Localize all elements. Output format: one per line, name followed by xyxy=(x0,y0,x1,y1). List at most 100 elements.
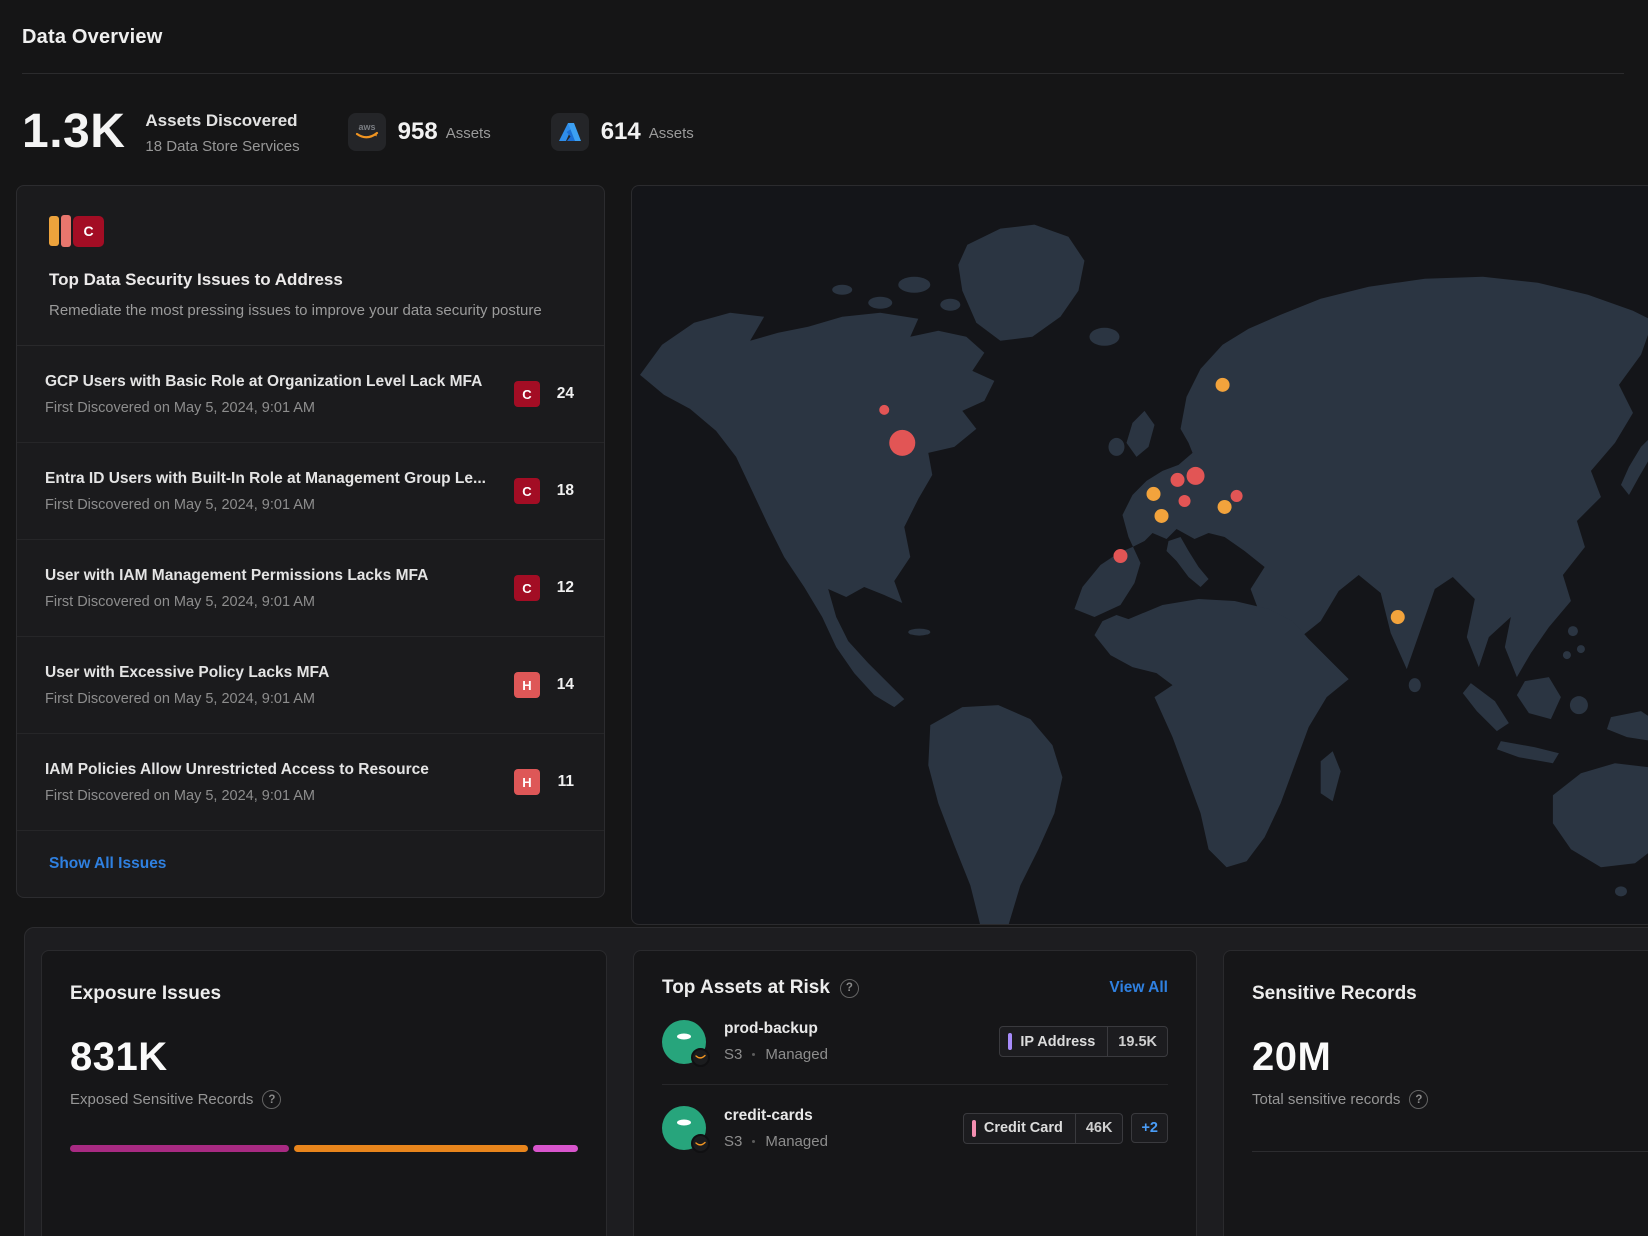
aws-icon: aws xyxy=(348,113,386,151)
aws-assets-unit: Assets xyxy=(446,121,491,142)
issue-count: 11 xyxy=(540,773,574,791)
asset-status: Managed xyxy=(765,1133,828,1150)
map-marker[interactable] xyxy=(1113,549,1127,563)
sensitive-records-value: 20M xyxy=(1252,1035,1648,1080)
severity-badge: C xyxy=(514,575,540,601)
aws-mini-badge-icon xyxy=(691,1048,710,1067)
provider-stat-azure: 614 Assets xyxy=(551,113,694,151)
help-icon[interactable] xyxy=(1409,1090,1428,1109)
map-marker[interactable] xyxy=(1231,490,1243,502)
exposure-issues-label: Exposed Sensitive Records xyxy=(70,1091,253,1108)
issue-row[interactable]: IAM Policies Allow Unrestricted Access t… xyxy=(17,734,604,831)
azure-assets-value: 614 xyxy=(601,118,641,146)
issue-discovered-date: First Discovered on May 5, 2024, 9:01 AM xyxy=(45,594,500,610)
more-tags-badge[interactable]: +2 xyxy=(1131,1113,1168,1143)
map-marker[interactable] xyxy=(1391,610,1405,624)
issue-count: 18 xyxy=(540,482,574,500)
page-title: Data Overview xyxy=(22,26,1624,49)
severity-bar-salmon xyxy=(61,215,71,247)
exposure-issues-title: Exposure Issues xyxy=(70,983,578,1005)
map-marker[interactable] xyxy=(1216,378,1230,392)
map-marker[interactable] xyxy=(1179,495,1191,507)
exposure-distribution-bar xyxy=(70,1145,578,1152)
asset-row[interactable]: credit-cards S3 Managed Credit Card 46K xyxy=(662,1085,1168,1171)
top-issues-header: C Top Data Security Issues to Address Re… xyxy=(17,186,604,345)
view-all-link[interactable]: View All xyxy=(1109,979,1168,997)
help-icon[interactable] xyxy=(262,1090,281,1109)
severity-stack-icon: C xyxy=(49,214,572,248)
issue-discovered-date: First Discovered on May 5, 2024, 9:01 AM xyxy=(45,497,500,513)
exposure-issues-card: Exposure Issues 831K Exposed Sensitive R… xyxy=(41,950,607,1236)
issue-row[interactable]: Entra ID Users with Built-In Role at Man… xyxy=(17,443,604,540)
help-icon[interactable] xyxy=(840,979,859,998)
issue-count: 24 xyxy=(540,385,574,403)
issue-title: User with IAM Management Permissions Lac… xyxy=(45,567,500,585)
top-issues-card: C Top Data Security Issues to Address Re… xyxy=(16,185,605,898)
assets-total-label: Assets Discovered xyxy=(145,111,299,131)
provider-stat-aws: aws 958 Assets xyxy=(348,113,491,151)
exposure-bar-segment xyxy=(70,1145,289,1152)
map-continents xyxy=(640,225,1648,924)
main-row: C Top Data Security Issues to Address Re… xyxy=(0,185,1648,925)
tag-count: 46K xyxy=(1075,1114,1123,1143)
tag-name: Credit Card xyxy=(984,1120,1063,1136)
page-header: Data Overview xyxy=(0,0,1648,74)
issue-discovered-date: First Discovered on May 5, 2024, 9:01 AM xyxy=(45,788,500,804)
severity-badge: H xyxy=(514,769,540,795)
azure-icon xyxy=(551,113,589,151)
dot-separator xyxy=(752,1053,755,1056)
map-marker[interactable] xyxy=(1147,487,1161,501)
dot-separator xyxy=(752,1140,755,1143)
map-marker[interactable] xyxy=(1187,467,1205,485)
asset-name: prod-backup xyxy=(724,1020,999,1038)
records-divider xyxy=(1252,1151,1648,1152)
asset-row[interactable]: prod-backup S3 Managed IP Address 19.5K xyxy=(662,999,1168,1085)
issues-list: GCP Users with Basic Role at Organizatio… xyxy=(17,345,604,831)
bottom-section: Exposure Issues 831K Exposed Sensitive R… xyxy=(24,927,1648,1236)
map-marker[interactable] xyxy=(1218,500,1232,514)
assets-total-labels: Assets Discovered 18 Data Store Services xyxy=(145,109,299,155)
asset-avatar xyxy=(662,1020,706,1064)
map-marker[interactable] xyxy=(879,405,889,415)
asset-avatar xyxy=(662,1106,706,1150)
issue-row[interactable]: User with Excessive Policy Lacks MFA Fir… xyxy=(17,637,604,734)
azure-assets-unit: Assets xyxy=(649,121,694,142)
top-assets-title: Top Assets at Risk xyxy=(662,977,830,999)
issue-title: Entra ID Users with Built-In Role at Man… xyxy=(45,470,500,488)
asset-status: Managed xyxy=(765,1046,828,1063)
tag-count: 19.5K xyxy=(1107,1027,1167,1056)
issues-footer: Show All Issues xyxy=(17,831,604,897)
issue-row[interactable]: GCP Users with Basic Role at Organizatio… xyxy=(17,346,604,443)
issue-title: User with Excessive Policy Lacks MFA xyxy=(45,664,500,682)
map-marker[interactable] xyxy=(1171,473,1185,487)
aws-assets-value: 958 xyxy=(398,118,438,146)
issue-row[interactable]: User with IAM Management Permissions Lac… xyxy=(17,540,604,637)
sensitive-records-title: Sensitive Records xyxy=(1252,983,1648,1005)
assets-total-sublabel: 18 Data Store Services xyxy=(145,138,299,155)
asset-type: S3 xyxy=(724,1046,742,1063)
asset-type: S3 xyxy=(724,1133,742,1150)
sensitive-records-label: Total sensitive records xyxy=(1252,1091,1400,1108)
show-all-issues-link[interactable]: Show All Issues xyxy=(49,855,166,872)
sensitive-data-tag: Credit Card 46K xyxy=(963,1113,1124,1144)
tag-color-bar xyxy=(1008,1033,1012,1050)
severity-badge: C xyxy=(514,381,540,407)
issue-title: GCP Users with Basic Role at Organizatio… xyxy=(45,373,500,391)
svg-text:aws: aws xyxy=(358,122,375,132)
severity-badge: H xyxy=(514,672,540,698)
world-map xyxy=(632,186,1648,924)
sensitive-records-card: Sensitive Records 20M Total sensitive re… xyxy=(1223,950,1648,1236)
map-marker[interactable] xyxy=(889,430,915,456)
assets-total-value: 1.3K xyxy=(22,104,125,159)
map-marker[interactable] xyxy=(1155,509,1169,523)
top-issues-title: Top Data Security Issues to Address xyxy=(49,270,572,290)
aws-mini-badge-icon xyxy=(691,1134,710,1153)
stats-row: 1.3K Assets Discovered 18 Data Store Ser… xyxy=(0,74,1648,185)
severity-critical-icon: C xyxy=(73,216,104,247)
issue-count: 12 xyxy=(540,579,574,597)
exposure-bar-segment xyxy=(533,1145,578,1152)
world-map-card xyxy=(631,185,1648,925)
issue-discovered-date: First Discovered on May 5, 2024, 9:01 AM xyxy=(45,400,500,416)
tag-color-bar xyxy=(972,1120,976,1137)
severity-badge: C xyxy=(514,478,540,504)
